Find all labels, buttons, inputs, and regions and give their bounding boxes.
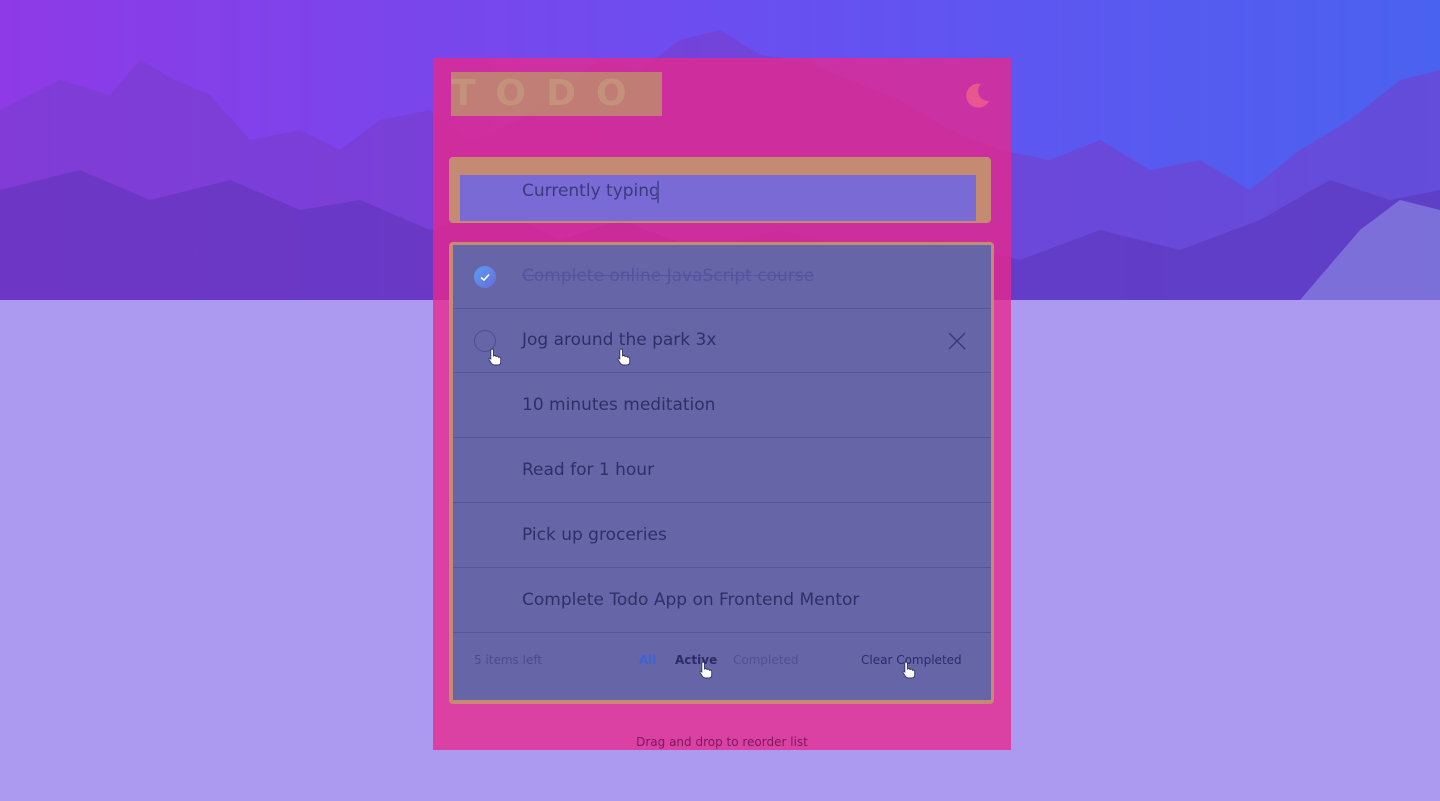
checkbox[interactable]: [474, 460, 496, 482]
filter-all[interactable]: All: [639, 653, 657, 667]
items-left-count: 5 items left: [474, 653, 543, 667]
todo-item[interactable]: Pick up groceries: [453, 504, 991, 568]
checkbox[interactable]: [474, 395, 496, 417]
todo-text: Read for 1 hour: [522, 460, 655, 480]
todo-text: 10 minutes meditation: [522, 395, 716, 415]
todo-text: Complete online JavaScript course: [522, 266, 815, 286]
delete-todo-button[interactable]: [945, 329, 969, 353]
hand-cursor-icon: [617, 348, 631, 366]
check-icon: [480, 273, 490, 282]
todo-text: Jog around the park 3x: [522, 330, 717, 350]
hand-cursor-icon: [699, 661, 713, 679]
todo-item[interactable]: 10 minutes meditation: [453, 374, 991, 438]
close-icon: [948, 332, 966, 350]
checkbox[interactable]: [474, 590, 496, 612]
new-todo-input-value: Currently typing: [522, 181, 660, 201]
todo-text: Pick up groceries: [522, 525, 667, 545]
todo-item[interactable]: Read for 1 hour: [453, 439, 991, 503]
checkbox-checked[interactable]: [474, 266, 496, 288]
app-title: TODO: [451, 73, 647, 114]
moon-icon[interactable]: [962, 80, 992, 110]
drag-hint: Drag and drop to reorder list: [636, 735, 808, 749]
hand-cursor-icon: [488, 348, 502, 366]
todo-item[interactable]: Complete Todo App on Frontend Mentor: [453, 569, 991, 633]
text-caret: [657, 181, 659, 203]
filter-completed[interactable]: Completed: [733, 653, 798, 667]
todo-item[interactable]: Complete online JavaScript course: [453, 245, 991, 309]
hand-cursor-icon: [902, 661, 916, 679]
checkbox[interactable]: [474, 525, 496, 547]
todo-item[interactable]: Jog around the park 3x: [453, 309, 991, 373]
todo-text: Complete Todo App on Frontend Mentor: [522, 590, 860, 610]
